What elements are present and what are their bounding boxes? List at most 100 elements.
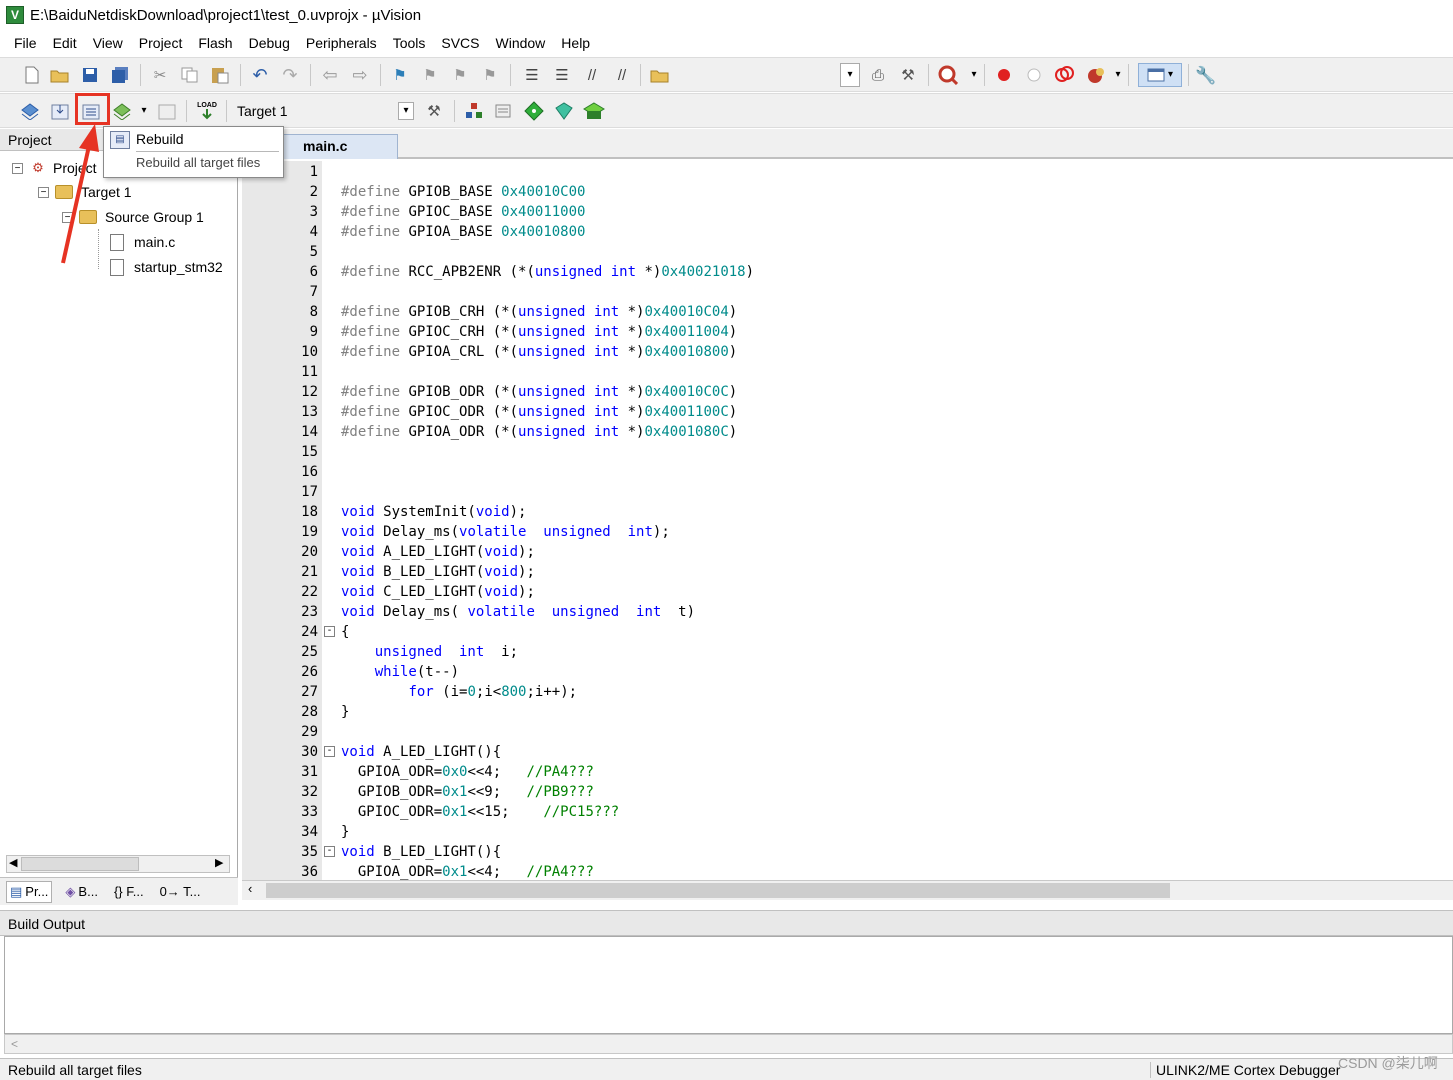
cut-icon[interactable]: ✂ [148,63,172,87]
fold-toggle-icon[interactable]: - [324,846,335,857]
batch-build-dropdown[interactable]: ▾ [132,99,156,123]
code-line[interactable]: 34} [242,822,1442,842]
tab-project[interactable]: ▤ Pr... [6,880,53,903]
wrench-icon[interactable]: 🔧 [1194,63,1218,87]
paste-icon[interactable] [208,63,232,87]
code-line[interactable]: 2 #define GPIOB_BASE 0x40010C00 [242,182,1442,202]
download-icon[interactable]: LOAD [194,99,220,123]
redo-icon[interactable]: ↷ [278,63,302,87]
tree-file-startup[interactable]: startup_stm32 [110,256,230,278]
code-line[interactable]: 19 void Delay_ms(volatile unsigned int); [242,522,1442,542]
code-line[interactable]: 28} [242,702,1442,722]
bookmark-clear-icon[interactable]: ⚑ [478,63,502,87]
scroll-thumb[interactable] [266,883,1170,898]
code-line[interactable]: 30- void A_LED_LIGHT(){ [242,742,1442,762]
code-line[interactable]: 1 [242,162,1442,182]
code-line[interactable]: 10 #define GPIOA_CRL (*(unsigned int *)0x… [242,342,1442,362]
collapse-icon[interactable]: − [38,186,49,198]
code-line[interactable]: 32 GPIOB_ODR=0x1<<9; //PB9??? [242,782,1442,802]
stop-build-icon[interactable] [155,99,179,123]
tree-file-main[interactable]: main.c [110,231,175,253]
project-hscrollbar[interactable]: ◀ ▶ [6,855,230,873]
code-line[interactable]: 25 unsigned int i; [242,642,1442,662]
code-line[interactable]: 16 [242,462,1442,482]
debug-dropdown[interactable]: ▾ [962,63,986,87]
new-file-icon[interactable] [20,63,44,87]
scroll-left-icon[interactable]: < [11,1037,18,1051]
code-line[interactable]: 15 [242,442,1442,462]
fold-toggle-icon[interactable]: - [324,626,335,637]
bookmark-next-icon[interactable]: ⚑ [448,63,472,87]
code-line[interactable]: 17 [242,482,1442,502]
indent-icon[interactable]: ☰ [520,63,544,87]
tab-templates[interactable]: 0→ T... [157,882,204,901]
menu-edit[interactable]: Edit [45,35,85,51]
code-line[interactable]: 14 #define GPIOA_ODR (*(unsigned int *)0x… [242,422,1442,442]
scroll-right-icon[interactable]: ▶ [215,856,223,869]
uncomment-icon[interactable]: // [610,63,634,87]
menu-file[interactable]: File [6,35,45,51]
file-extensions-icon[interactable] [462,99,486,123]
find-in-files-icon[interactable] [648,63,672,87]
options-icon[interactable]: ⚒ [422,99,446,123]
open-folder-icon[interactable] [48,63,72,87]
comment-icon[interactable]: // [580,63,604,87]
code-line[interactable]: 35- void B_LED_LIGHT(){ [242,842,1442,862]
tab-functions[interactable]: {} F... [111,882,147,901]
code-line[interactable]: 21 void B_LED_LIGHT(void); [242,562,1442,582]
manage-components-icon[interactable] [522,99,546,123]
code-editor[interactable]: 1 2 #define GPIOB_BASE 0x40010C00 3 #define … [242,161,1453,880]
menu-tools[interactable]: Tools [385,35,434,51]
code-line[interactable]: 26 while(t--) [242,662,1442,682]
chevron-down-icon[interactable]: ▾ [398,102,414,120]
code-line[interactable]: 7 [242,282,1442,302]
scroll-left-icon[interactable]: ◀ [9,856,17,869]
code-line[interactable]: 27 for (i=0;i<800;i++); [242,682,1442,702]
code-line[interactable]: 8 #define GPIOB_CRH (*(unsigned int *)0x4… [242,302,1442,322]
translate-icon[interactable] [18,99,42,123]
code-line[interactable]: 31 GPIOA_ODR=0x0<<4; //PA4??? [242,762,1442,782]
breakpoint-icon[interactable] [992,63,1016,87]
scroll-thumb[interactable] [21,857,139,871]
menu-debug[interactable]: Debug [241,35,298,51]
save-all-icon[interactable] [108,63,132,87]
copy-icon[interactable] [178,63,202,87]
incremental-find-icon[interactable]: ⚒ [896,63,920,87]
find-dropdown[interactable]: ▾ [840,63,860,87]
menu-view[interactable]: View [85,35,131,51]
collapse-icon[interactable]: − [12,162,23,174]
menu-help[interactable]: Help [553,35,598,51]
code-line[interactable]: 3 #define GPIOC_BASE 0x40011000 [242,202,1442,222]
outdent-icon[interactable]: ☰ [550,63,574,87]
code-line[interactable]: 9 #define GPIOC_CRH (*(unsigned int *)0x4… [242,322,1442,342]
code-line[interactable]: 20 void A_LED_LIGHT(void); [242,542,1442,562]
target-select[interactable]: Target 1 ▾ [232,99,416,123]
undo-icon[interactable]: ↶ [248,63,272,87]
code-line[interactable]: 12 #define GPIOB_ODR (*(unsigned int *)0x… [242,382,1442,402]
code-line[interactable]: 18 void SystemInit(void); [242,502,1442,522]
breakpoint-clear-icon[interactable] [1052,63,1076,87]
tab-books[interactable]: ◈ B... [62,882,101,902]
forward-icon[interactable]: ⇨ [348,63,372,87]
code-line[interactable]: 13 #define GPIOC_ODR (*(unsigned int *)0x… [242,402,1442,422]
bookmark-prev-icon[interactable]: ⚑ [418,63,442,87]
code-line[interactable]: 6 #define RCC_APB2ENR (*(unsigned int *)0… [242,262,1442,282]
code-line[interactable]: 33 GPIOC_ODR=0x1<<15; //PC15??? [242,802,1442,822]
breakpoint-dropdown[interactable]: ▾ [1106,63,1130,87]
scroll-left-icon[interactable]: ‹ [248,881,252,896]
editor-hscrollbar[interactable]: ‹ [242,880,1453,900]
debug-icon[interactable] [936,63,960,87]
back-icon[interactable]: ⇦ [318,63,342,87]
code-line[interactable]: 4 #define GPIOA_BASE 0x40010800 [242,222,1442,242]
code-line[interactable]: 22 void C_LED_LIGHT(void); [242,582,1442,602]
find-icon[interactable]: ⎙ [866,63,890,87]
code-line[interactable]: 29 [242,722,1442,742]
breakpoint-kill-icon[interactable] [1084,63,1108,87]
build-output-hscrollbar[interactable]: < [4,1034,1453,1054]
run-time-environment-icon[interactable] [552,99,576,123]
code-line[interactable]: 11 [242,362,1442,382]
window-layout-icon[interactable]: ▾ [1138,63,1182,87]
menu-flash[interactable]: Flash [190,35,240,51]
menu-project[interactable]: Project [131,35,191,51]
menu-window[interactable]: Window [488,35,554,51]
